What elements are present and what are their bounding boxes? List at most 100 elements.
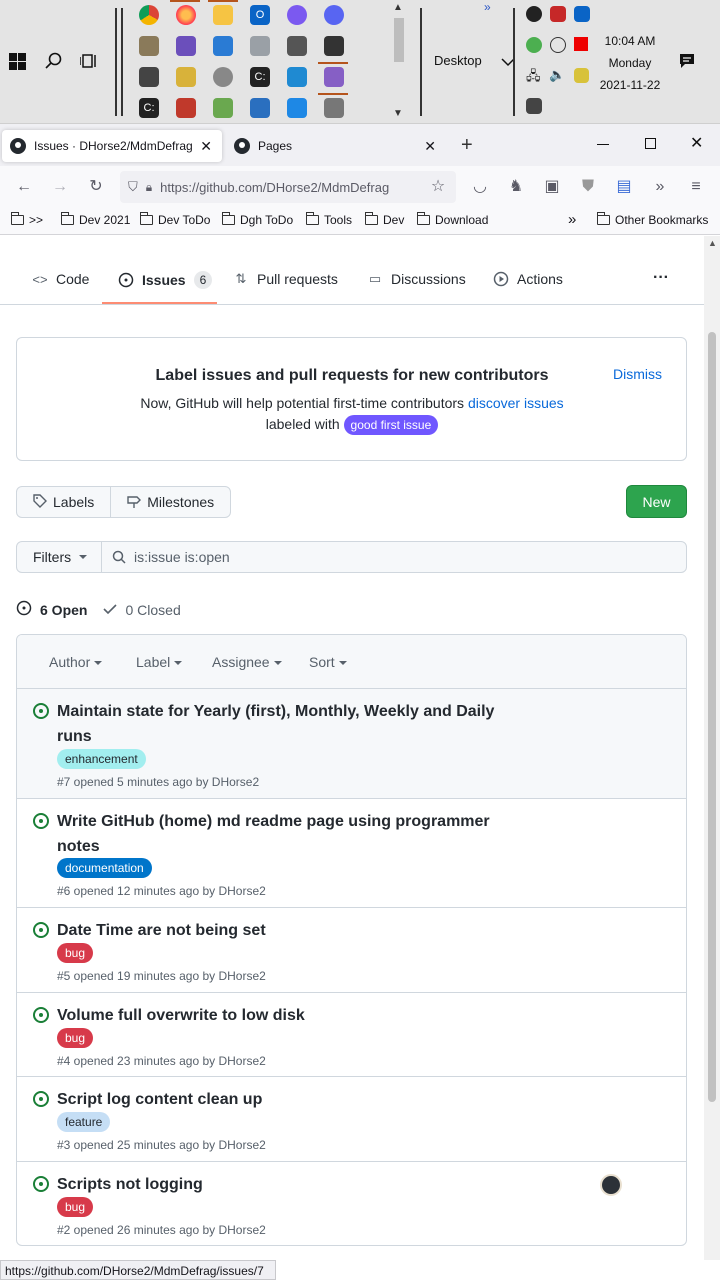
bookmark-folder[interactable]: Other Bookmarks	[597, 212, 708, 227]
onedrive-icon[interactable]	[550, 37, 566, 53]
vpn-icon[interactable]	[526, 37, 542, 53]
snip-icon[interactable]	[176, 98, 196, 118]
issue-title-link[interactable]: Date Time are not being set	[57, 918, 497, 943]
issue-label[interactable]: enhancement	[57, 749, 146, 769]
cmd-icon[interactable]: C:	[139, 98, 159, 118]
camera-icon[interactable]	[324, 36, 344, 56]
reading-list-icon[interactable]: ▤	[613, 176, 635, 198]
desktop-toolbar[interactable]: Desktop	[434, 53, 482, 68]
scroll-up-icon[interactable]: ▲	[708, 238, 717, 248]
label-filter[interactable]: Label	[136, 654, 183, 670]
issue-label[interactable]: documentation	[57, 858, 152, 878]
photos-icon[interactable]	[213, 36, 233, 56]
bookmark-folder[interactable]: Dgh ToDo	[222, 212, 293, 227]
tab-discussions[interactable]: ▭ Discussions	[367, 271, 466, 287]
tab-issues[interactable]: Issues 6	[118, 271, 213, 289]
issue-label[interactable]: bug	[57, 1197, 94, 1217]
issue-label[interactable]: feature	[57, 1112, 111, 1132]
bookmark-folder[interactable]: Dev ToDo	[140, 212, 210, 227]
minimize-icon[interactable]	[597, 144, 609, 145]
network-icon[interactable]: 🖧	[526, 67, 541, 89]
assignee-avatar[interactable]	[600, 1174, 622, 1196]
tray-app-icon[interactable]	[526, 6, 542, 22]
issue-row[interactable]: Write GitHub (home) md readme page using…	[17, 799, 686, 908]
issue-row[interactable]: Volume full overwrite to low disk bug #4…	[17, 993, 686, 1077]
tab-code[interactable]: <> Code	[32, 271, 89, 287]
device-icon[interactable]	[324, 98, 344, 118]
page-scrollbar[interactable]: ▲	[704, 236, 720, 1260]
acrobat-icon[interactable]	[550, 6, 566, 22]
task-view-icon[interactable]	[79, 52, 98, 70]
back-icon[interactable]: ←	[13, 176, 35, 198]
filters-dropdown[interactable]: Filters	[17, 542, 102, 572]
tool-icon[interactable]	[287, 36, 307, 56]
chrome-icon[interactable]	[139, 5, 159, 25]
issue-row[interactable]: Scripts not logging bug #2 opened 26 min…	[17, 1162, 686, 1245]
messenger-icon[interactable]	[287, 5, 307, 25]
bookmark-folder[interactable]: Dev	[365, 212, 404, 227]
bookmark-folder[interactable]: Tools	[306, 212, 352, 227]
issue-label[interactable]: bug	[57, 943, 94, 963]
close-window-icon[interactable]: ✕	[690, 133, 703, 153]
notes-icon[interactable]	[574, 68, 589, 83]
lock-icon[interactable]: 🔒︎	[146, 180, 152, 195]
printer-icon[interactable]	[139, 67, 159, 87]
tab-actions[interactable]: Actions	[493, 271, 563, 287]
issue-title-link[interactable]: Maintain state for Yearly (first), Month…	[57, 699, 497, 749]
visual-studio-icon[interactable]	[324, 67, 344, 87]
issue-search-input[interactable]: is:issue is:open	[102, 542, 686, 572]
bookmark-folder[interactable]: Dev 2021	[61, 212, 130, 227]
speaker-icon[interactable]: 🔈	[549, 67, 565, 83]
issue-row[interactable]: Maintain state for Yearly (first), Month…	[17, 689, 686, 799]
discover-issues-link[interactable]: discover issues	[468, 395, 564, 411]
paint-icon[interactable]	[213, 98, 233, 118]
discord-icon[interactable]	[324, 5, 344, 25]
issue-title-link[interactable]: Script log content clean up	[57, 1087, 497, 1112]
closed-issues-filter[interactable]: 0 Closed	[103, 602, 181, 618]
scroll-down-icon[interactable]: ▼	[393, 108, 403, 119]
firefox-icon[interactable]	[176, 5, 196, 25]
printer-tray-icon[interactable]	[526, 98, 542, 114]
new-tab-icon[interactable]: +	[461, 134, 473, 157]
issue-title-link[interactable]: Volume full overwrite to low disk	[57, 1003, 497, 1028]
dismiss-button[interactable]: Dismiss	[613, 366, 662, 382]
more-options-icon[interactable]: ···	[653, 269, 669, 287]
outlook-icon[interactable]: O	[250, 5, 270, 25]
issue-label[interactable]: bug	[57, 1028, 94, 1048]
milestones-button[interactable]: Milestones	[111, 487, 230, 517]
search-icon[interactable]	[45, 52, 63, 70]
volume-mixer-icon[interactable]	[250, 36, 270, 56]
close-tab-icon[interactable]: ✕	[200, 138, 212, 155]
issue-title-link[interactable]: Write GitHub (home) md readme page using…	[57, 809, 497, 859]
store-icon[interactable]	[287, 98, 307, 118]
author-filter[interactable]: Author	[49, 654, 103, 670]
start-icon[interactable]	[9, 53, 26, 70]
tab-pull-requests[interactable]: ⇅ Pull requests	[233, 271, 338, 287]
good-first-issue-label[interactable]: good first issue	[343, 415, 439, 435]
scrollbar-thumb[interactable]	[708, 332, 716, 1102]
file-explorer-icon[interactable]	[213, 5, 233, 25]
outlook-tray-icon[interactable]	[574, 6, 590, 22]
visual-studio-installer-icon[interactable]	[176, 36, 196, 56]
expand-chevron-icon[interactable]: »	[484, 0, 491, 14]
hamburger-menu-icon[interactable]: ≡	[685, 176, 707, 198]
clock-app-icon[interactable]	[213, 67, 233, 87]
issue-title-link[interactable]: Scripts not logging	[57, 1172, 497, 1197]
tab-issues[interactable]: Issues · DHorse2/MdmDefrag ✕	[2, 130, 222, 162]
issue-row[interactable]: Date Time are not being set bug #5 opene…	[17, 908, 686, 993]
labels-button[interactable]: Labels	[17, 487, 112, 517]
system-clock[interactable]: 10:04 AM Monday 2021-11-22	[594, 30, 666, 96]
assignee-filter[interactable]: Assignee	[212, 654, 282, 670]
powershell-icon[interactable]	[250, 98, 270, 118]
vscode-icon[interactable]	[287, 67, 307, 87]
bookmark-folder[interactable]: >>	[11, 212, 43, 227]
bookmark-folder[interactable]: Download	[417, 212, 488, 227]
extension-icon[interactable]: ♞	[505, 176, 527, 198]
address-bar[interactable]: ⛉ 🔒︎ https://github.com/DHorse2/MdmDefra…	[120, 171, 456, 203]
sort-filter[interactable]: Sort	[309, 654, 347, 670]
close-tab-icon[interactable]: ✕	[424, 138, 436, 155]
new-issue-button[interactable]: New	[626, 485, 687, 518]
tracking-protection-icon[interactable]: ⛉	[128, 179, 138, 195]
notepad-icon[interactable]	[176, 67, 196, 87]
record-icon[interactable]	[574, 37, 588, 51]
